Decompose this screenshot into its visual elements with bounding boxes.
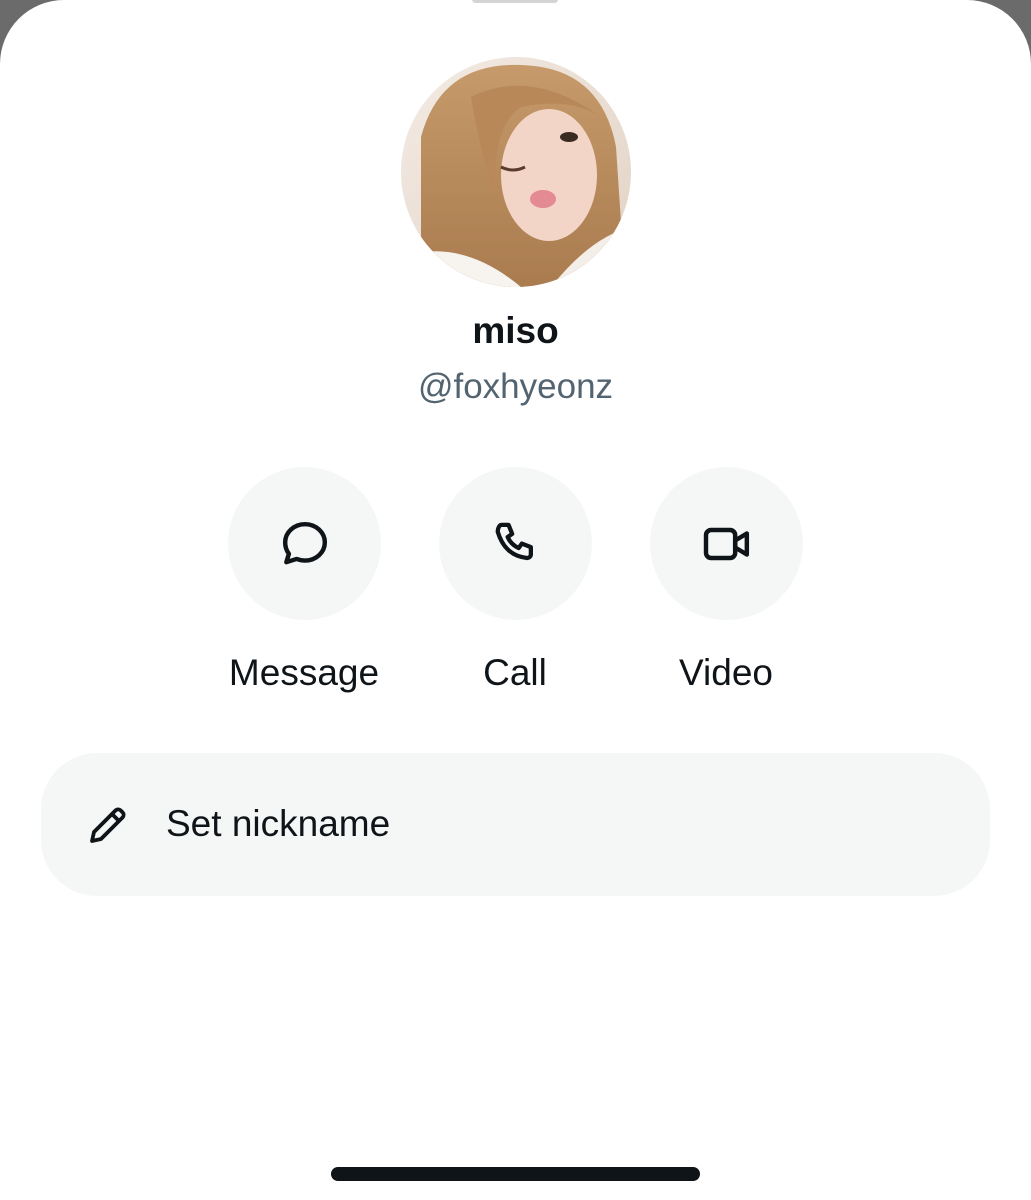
call-button[interactable] xyxy=(439,467,592,620)
display-name: miso xyxy=(472,310,559,351)
profile-sheet: miso @foxhyeonz Message Call Video Set n… xyxy=(0,0,1031,1200)
set-nickname-button[interactable]: Set nickname xyxy=(41,753,990,896)
message-label: Message xyxy=(228,652,380,693)
home-indicator[interactable] xyxy=(331,1167,700,1181)
video-action: Video xyxy=(611,467,841,707)
message-action: Message xyxy=(189,467,419,707)
pencil-icon xyxy=(90,807,126,843)
avatar[interactable] xyxy=(401,57,631,287)
sheet-grabber-handle[interactable] xyxy=(472,0,558,3)
set-nickname-label: Set nickname xyxy=(166,803,391,844)
video-button[interactable] xyxy=(650,467,803,620)
message-button[interactable] xyxy=(228,467,381,620)
avatar-photo xyxy=(401,57,631,287)
user-handle: @foxhyeonz xyxy=(417,367,614,406)
phone-icon xyxy=(495,522,533,560)
chat-bubble-icon xyxy=(282,521,327,564)
call-action: Call xyxy=(400,467,630,707)
video-label: Video xyxy=(679,652,773,693)
video-camera-icon xyxy=(703,527,749,560)
call-label: Call xyxy=(483,652,547,693)
